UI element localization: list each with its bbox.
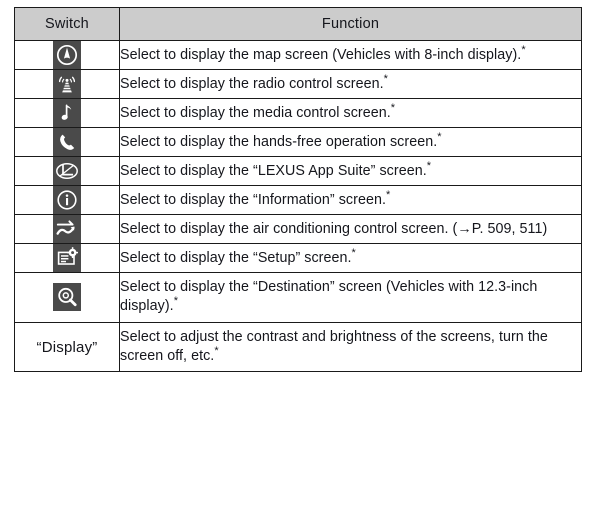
function-text: Select to adjust the contrast and bright… (120, 328, 548, 364)
switch-cell (14, 243, 120, 273)
table-row: Select to display the radio control scre… (14, 69, 582, 99)
switch-cell (14, 272, 120, 323)
switch-cell (14, 69, 120, 99)
table-row: “Display” Select to adjust the contrast … (14, 321, 582, 373)
table-row: Select to display the map screen (Vehicl… (14, 40, 582, 70)
air-conditioning-icon[interactable] (53, 215, 81, 243)
function-cell: Select to display the radio control scre… (119, 69, 582, 99)
switch-label-display[interactable]: “Display” (37, 335, 98, 360)
function-cell: Select to display the media control scre… (119, 98, 582, 128)
function-cell: Select to display the “Information” scre… (119, 185, 582, 215)
table-row: Select to display the media control scre… (14, 98, 582, 128)
footnote-marker: * (214, 344, 219, 357)
setup-gear-icon[interactable] (53, 244, 81, 272)
function-cell: Select to display the hands-free operati… (119, 127, 582, 157)
table-row: Select to display the “LEXUS App Suite” … (14, 156, 582, 186)
function-cell: Select to display the “Setup” screen.* (119, 243, 582, 273)
footnote-marker: * (521, 43, 526, 56)
table-header: Switch Function (14, 7, 582, 41)
table-header-row: Switch Function (14, 7, 582, 41)
switch-cell (14, 185, 120, 215)
switch-cell: “Display” (14, 321, 120, 373)
footnote-marker: * (385, 188, 391, 201)
table-row: Select to display the hands-free operati… (14, 127, 582, 157)
switch-function-table: Switch Function Select to display the ma… (14, 7, 582, 373)
map-compass-icon[interactable] (53, 41, 81, 69)
table-row: Select to display the “Setup” screen.* (14, 243, 582, 273)
table-body: Select to display the map screen (Vehicl… (14, 40, 582, 373)
manual-page: Switch Function Select to display the ma… (0, 0, 595, 521)
footnote-marker: * (390, 101, 396, 114)
footnote-marker: * (437, 130, 442, 143)
switch-cell (14, 214, 120, 244)
footnote-marker: * (383, 72, 388, 85)
music-note-icon[interactable] (53, 99, 81, 127)
table-row: Select to display the “Destination” scre… (14, 272, 582, 323)
function-text: Select to display the hands-free operati… (120, 133, 438, 150)
information-icon[interactable] (53, 186, 81, 214)
function-text: Select to display the “Setup” screen. (120, 249, 352, 266)
radio-tower-icon[interactable] (53, 70, 81, 98)
switch-cell (14, 40, 120, 70)
function-text: Select to display the “LEXUS App Suite” … (120, 162, 427, 179)
function-cell: Select to display the “Destination” scre… (119, 272, 582, 323)
table-row: Select to display the air conditioning c… (14, 214, 582, 244)
function-cell: Select to display the “LEXUS App Suite” … (119, 156, 582, 186)
function-cell: Select to adjust the contrast and bright… (119, 321, 582, 373)
function-text: Select to display the air conditioning c… (120, 220, 548, 237)
function-text: Select to display the map screen (Vehicl… (120, 46, 522, 63)
switch-cell (14, 156, 120, 186)
footnote-marker: * (173, 295, 178, 308)
footnote-marker: * (426, 159, 431, 172)
function-text: Select to display the “Destination” scre… (120, 279, 538, 314)
column-header-function: Function (119, 7, 582, 41)
function-text: Select to display the radio control scre… (120, 75, 384, 92)
footnote-marker: * (351, 246, 356, 259)
function-cell: Select to display the air conditioning c… (119, 214, 582, 244)
function-text: Select to display the “Information” scre… (120, 191, 386, 208)
switch-cell (14, 127, 120, 157)
destination-search-icon[interactable] (53, 283, 81, 312)
phone-handset-icon[interactable] (53, 128, 81, 156)
function-text: Select to display the media control scre… (120, 104, 391, 121)
function-cell: Select to display the map screen (Vehicl… (119, 40, 582, 70)
lexus-logo-icon[interactable] (53, 157, 81, 185)
column-header-switch: Switch (14, 7, 120, 41)
table-row: Select to display the “Information” scre… (14, 185, 582, 215)
switch-cell (14, 98, 120, 128)
